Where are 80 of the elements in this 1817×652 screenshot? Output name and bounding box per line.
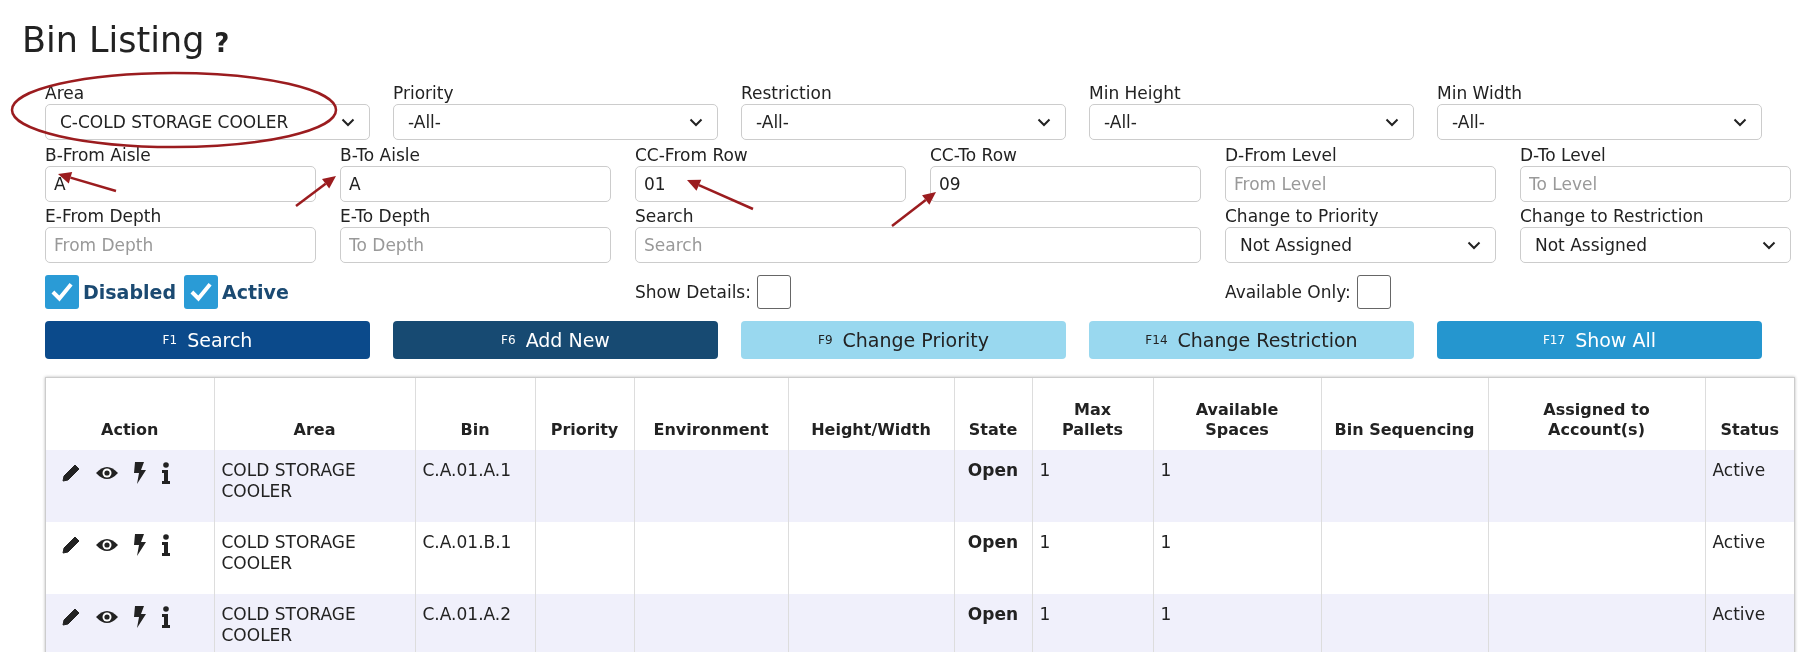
text-field[interactable]: A <box>340 166 611 202</box>
action-button[interactable]: F14 Change Restriction <box>1089 321 1414 359</box>
text-field[interactable]: From Level <box>1225 166 1496 202</box>
chevron-down-icon <box>1762 240 1776 250</box>
eye-icon[interactable] <box>95 609 119 625</box>
column-header: Action <box>46 378 214 450</box>
table-cell: 1 <box>1153 594 1321 652</box>
dropdown[interactable]: Not Assigned <box>1520 227 1791 263</box>
action-button[interactable]: F9 Change Priority <box>741 321 1066 359</box>
checkbox-label: Available Only: <box>1225 282 1351 302</box>
text-field[interactable]: 01 <box>635 166 906 202</box>
pencil-icon[interactable] <box>61 535 81 555</box>
action-button[interactable]: F1 Search <box>45 321 370 359</box>
table-cell: Active <box>1705 594 1794 652</box>
annotation-arrow <box>891 192 936 227</box>
text-field[interactable]: To Depth <box>340 227 611 263</box>
table-cell: Active <box>1705 450 1794 522</box>
table-cell: Open <box>954 450 1032 522</box>
dropdown[interactable]: C-COLD STORAGE COOLER <box>45 104 370 140</box>
checkbox[interactable] <box>756 275 791 309</box>
checkbox-label: Active <box>222 281 289 303</box>
field-label: Min Width <box>1437 82 1522 104</box>
field-label: Change to Priority <box>1225 205 1379 227</box>
field-label: CC-From Row <box>635 144 748 166</box>
eye-icon[interactable] <box>95 465 119 481</box>
pencil-icon[interactable] <box>61 607 81 627</box>
chevron-down-icon <box>1385 117 1399 127</box>
table-cell: COLD STORAGE COOLER <box>214 450 415 522</box>
field-label: Priority <box>393 82 454 104</box>
chevron-down-icon <box>1037 117 1051 127</box>
help-mark[interactable]: ? <box>214 28 230 58</box>
dropdown[interactable]: Not Assigned <box>1225 227 1496 263</box>
search-field[interactable]: Search <box>635 227 1201 263</box>
field-label: E-From Depth <box>45 205 162 227</box>
field-label: D-From Level <box>1225 144 1337 166</box>
action-button[interactable]: F6 Add New <box>393 321 718 359</box>
table-cell: Open <box>954 594 1032 652</box>
page-title: Bin Listing <box>22 20 205 60</box>
pencil-icon[interactable] <box>61 463 81 483</box>
table-cell: COLD STORAGE COOLER <box>214 594 415 652</box>
eye-icon[interactable] <box>95 537 119 553</box>
checkbox[interactable] <box>1356 275 1391 309</box>
checkbox-label: Show Details: <box>635 282 751 302</box>
field-label: Area <box>45 82 85 104</box>
table-cell: 1 <box>1032 594 1153 652</box>
field-label: B-From Aisle <box>45 144 151 166</box>
table-cell: C.A.01.A.2 <box>415 594 535 652</box>
text-field[interactable]: 09 <box>930 166 1201 202</box>
chevron-down-icon <box>689 117 703 127</box>
checkbox[interactable] <box>45 275 79 309</box>
dropdown[interactable]: -All- <box>741 104 1066 140</box>
text-field[interactable]: A <box>45 166 316 202</box>
dropdown[interactable]: -All- <box>1437 104 1762 140</box>
text-field[interactable]: To Level <box>1520 166 1791 202</box>
table-cell: 1 <box>1032 450 1153 522</box>
table-cell: 1 <box>1153 450 1321 522</box>
bolt-icon[interactable] <box>133 462 147 484</box>
bolt-icon[interactable] <box>133 606 147 628</box>
table-cell: C.A.01.A.1 <box>415 450 535 522</box>
annotation-arrow <box>295 176 336 207</box>
field-label: Search <box>635 205 694 227</box>
text-field[interactable]: From Depth <box>45 227 316 263</box>
chevron-down-icon <box>1733 117 1747 127</box>
info-icon[interactable] <box>161 462 171 484</box>
field-label: D-To Level <box>1520 144 1606 166</box>
field-label: E-To Depth <box>340 205 431 227</box>
chevron-down-icon <box>341 117 355 127</box>
field-label: Change to Restriction <box>1520 205 1704 227</box>
checkbox-label: Disabled <box>83 281 176 303</box>
checkbox[interactable] <box>184 275 218 309</box>
chevron-down-icon <box>1467 240 1481 250</box>
bolt-icon[interactable] <box>133 534 147 556</box>
info-icon[interactable] <box>161 534 171 556</box>
info-icon[interactable] <box>161 606 171 628</box>
dropdown[interactable]: -All- <box>1089 104 1414 140</box>
dropdown[interactable]: -All- <box>393 104 718 140</box>
field-label: CC-To Row <box>930 144 1017 166</box>
field-label: B-To Aisle <box>340 144 420 166</box>
field-label: Min Height <box>1089 82 1181 104</box>
field-label: Restriction <box>741 82 832 104</box>
